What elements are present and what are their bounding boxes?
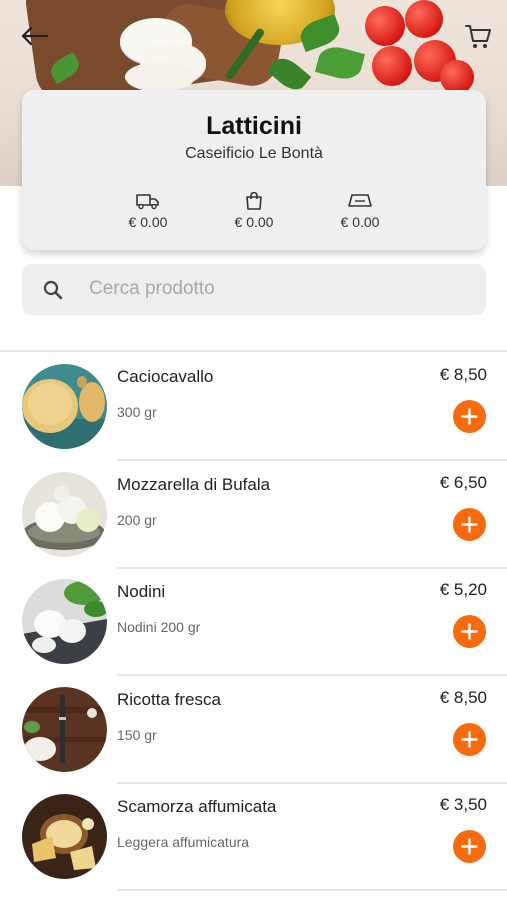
plus-icon (461, 838, 478, 855)
cherry-tomato (365, 6, 405, 46)
product-description: 150 gr (117, 727, 157, 743)
plus-icon (461, 731, 478, 748)
product-row-nodini[interactable]: Nodini Nodini 200 gr € 5,20 (0, 567, 507, 676)
product-row-scamorza-affumicata[interactable]: Scamorza affumicata Leggera affumicatura… (0, 782, 507, 891)
cherry-tomato (440, 60, 474, 94)
add-to-cart-button[interactable] (453, 400, 486, 433)
plus-icon (461, 623, 478, 640)
cart-icon (465, 25, 491, 48)
search-icon (43, 280, 63, 300)
search-placeholder: Cerca prodotto (89, 278, 215, 299)
arrow-left-icon (21, 26, 48, 46)
product-image (22, 364, 107, 449)
delivery-fee-value: € 0.00 (128, 214, 168, 230)
product-price: € 8,50 (439, 365, 487, 384)
product-price: € 5,20 (439, 580, 487, 599)
ticket-icon (348, 194, 372, 207)
add-to-cart-button[interactable] (453, 830, 486, 863)
bag-fee-value: € 0.00 (234, 214, 274, 230)
basil-leaf (314, 42, 366, 84)
mozzarella-slice (125, 62, 195, 92)
add-to-cart-button[interactable] (453, 615, 486, 648)
back-button[interactable] (16, 18, 52, 54)
plus-icon (461, 516, 478, 533)
product-description: 200 gr (117, 512, 157, 528)
product-description: 300 gr (117, 404, 157, 420)
row-divider (117, 889, 507, 891)
product-name: Caciocavallo (117, 367, 214, 386)
store-title: Latticini (206, 112, 302, 140)
product-name: Mozzarella di Bufala (117, 475, 271, 494)
product-image (22, 687, 107, 772)
product-image (22, 794, 107, 879)
plus-icon (461, 408, 478, 425)
service-fee-value: € 0.00 (340, 214, 380, 230)
delivery-fee: € 0.00 (108, 192, 188, 232)
service-fee: € 0.00 (320, 192, 400, 232)
fees-row: € 0.00 € 0.00 € 0.00 (22, 192, 486, 236)
cherry-tomato (405, 0, 443, 38)
product-image (22, 472, 107, 557)
product-row-ricotta-fresca[interactable]: Ricotta fresca 150 gr € 8,50 (0, 675, 507, 784)
add-to-cart-button[interactable] (453, 508, 486, 541)
add-to-cart-button[interactable] (453, 723, 486, 756)
cherry-tomato (372, 46, 412, 86)
bag-fee: € 0.00 (214, 192, 294, 232)
product-image (22, 579, 107, 664)
product-description: Nodini 200 gr (117, 619, 201, 635)
product-row-mozzarella-di-bufala[interactable]: Mozzarella di Bufala 200 gr € 6,50 (0, 460, 507, 569)
store-info-card: Latticini Caseificio Le Bontà € 0.00 € 0… (22, 90, 486, 250)
shopping-bag-icon (246, 192, 262, 210)
product-name: Ricotta fresca (117, 690, 221, 709)
product-name: Scamorza affumicata (117, 797, 277, 816)
product-name: Nodini (117, 582, 166, 601)
search-input[interactable]: Cerca prodotto (22, 264, 486, 315)
delivery-truck-icon (136, 194, 159, 210)
product-price: € 8,50 (439, 688, 487, 707)
store-subtitle: Caseificio Le Bontà (185, 145, 323, 162)
cart-button[interactable] (458, 16, 498, 56)
product-price: € 6,50 (439, 473, 487, 492)
product-row-caciocavallo[interactable]: Caciocavallo 300 gr € 8,50 (0, 352, 507, 461)
product-price: € 3,50 (439, 795, 487, 814)
product-description: Leggera affumicatura (117, 834, 250, 850)
